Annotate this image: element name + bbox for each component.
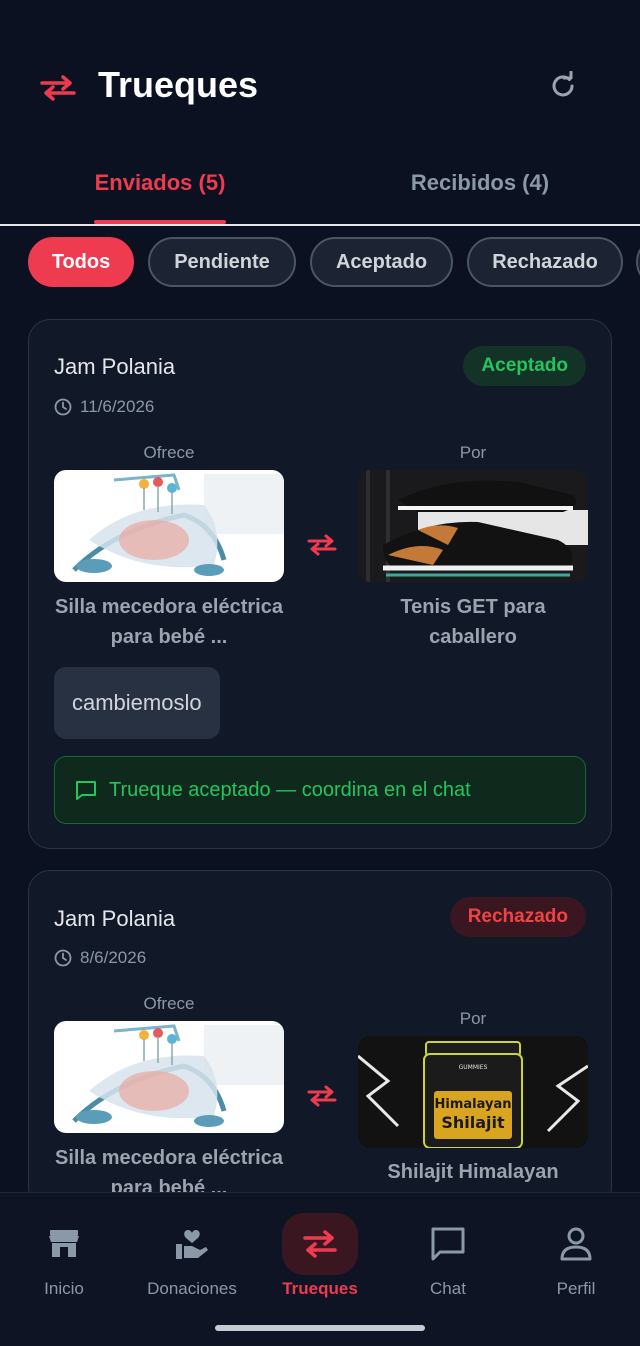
for-item-name: Tenis GET para caballero: [400, 596, 546, 648]
trade-date-text: 11/6/2026: [80, 397, 155, 416]
nav-donaciones[interactable]: Donaciones: [128, 1213, 256, 1299]
jar-sub-label: GUMMIES: [459, 1064, 488, 1071]
accepted-notice[interactable]: Trueque aceptado — coordina en el chat: [54, 756, 586, 824]
sneakers-illustration: [358, 470, 588, 582]
for-item-image: GUMMIES Himalayan Shilajit: [358, 1036, 588, 1148]
shilajit-jar-illustration: GUMMIES Himalayan Shilajit: [358, 1036, 588, 1148]
nav-chat[interactable]: Chat: [384, 1213, 512, 1299]
tab-enviados[interactable]: Enviados (5): [0, 150, 320, 224]
active-tab-indicator: [94, 220, 226, 224]
filter-pendiente[interactable]: Pendiente: [148, 237, 296, 287]
trade-user-name: Jam Polania: [54, 354, 176, 379]
status-filters: Todos Pendiente Aceptado Rechazado: [0, 236, 640, 290]
trade-date: 11/6/2026: [54, 397, 154, 417]
donation-hand-icon: [176, 1230, 208, 1259]
store-icon: [49, 1230, 79, 1257]
nav-trueques[interactable]: Trueques: [256, 1213, 384, 1299]
nav-inicio[interactable]: Inicio: [0, 1213, 128, 1299]
chat-bubble-icon: [76, 781, 96, 800]
offer-item-image: [54, 470, 284, 582]
tab-recibidos[interactable]: Recibidos (4): [320, 150, 640, 224]
filter-rechazado[interactable]: Rechazado: [467, 237, 623, 287]
status-badge: Aceptado: [463, 346, 586, 386]
status-badge: Rechazado: [449, 897, 586, 937]
nav-label: Donaciones: [147, 1279, 237, 1298]
for-item-image: [358, 470, 588, 582]
accepted-notice-text: Trueque aceptado — coordina en el chat: [109, 778, 471, 801]
nav-label: Inicio: [44, 1279, 84, 1298]
nav-label: Perfil: [556, 1279, 596, 1298]
person-icon: [560, 1227, 592, 1261]
for-item-name: Shilajit Himalayan: [387, 1161, 559, 1183]
trade-card[interactable]: Jam Polania Rechazado 8/6/2026 Ofrece Po…: [28, 870, 612, 1210]
filter-todos[interactable]: Todos: [28, 237, 134, 287]
for-label: Por: [459, 1009, 487, 1028]
trade-user-name: Jam Polania: [54, 906, 176, 931]
filter-more[interactable]: [636, 237, 640, 287]
app-header: Trueques: [0, 0, 640, 150]
bottom-navigation: Inicio Donaciones Trueques Chat Perfil: [0, 1192, 640, 1346]
swap-arrows-icon: [40, 75, 76, 101]
clock-icon: [54, 398, 72, 416]
nav-label: Trueques: [282, 1279, 358, 1298]
offer-label: Ofrece: [143, 443, 195, 462]
jar-line2: Shilajit: [441, 1113, 505, 1132]
trade-card[interactable]: Jam Polania Aceptado 11/6/2026 Ofrece Po…: [28, 319, 612, 849]
baby-bouncer-illustration: [72, 1024, 284, 1127]
for-label: Por: [459, 443, 487, 462]
offer-label: Ofrece: [143, 994, 195, 1013]
page-title: Trueques: [98, 64, 259, 105]
chat-bubble-icon: [431, 1227, 465, 1261]
baby-bouncer-illustration: [72, 473, 284, 576]
refresh-icon[interactable]: [548, 71, 578, 101]
offer-item-image: [54, 1021, 284, 1133]
trade-date: 8/6/2026: [54, 948, 146, 968]
filter-aceptado[interactable]: Aceptado: [310, 237, 453, 287]
nav-perfil[interactable]: Perfil: [512, 1213, 640, 1299]
clock-icon: [54, 949, 72, 967]
swap-arrows-icon: [307, 534, 337, 556]
offer-item-name: Silla mecedora eléctrica para bebé ...: [55, 596, 283, 648]
tab-bar: Enviados (5) Recibidos (4): [0, 150, 640, 226]
nav-label: Chat: [430, 1279, 466, 1298]
swap-arrows-icon: [307, 1085, 337, 1107]
jar-line1: Himalayan: [435, 1097, 512, 1112]
swap-arrows-icon: [303, 1230, 337, 1258]
trade-message: cambiemoslo: [54, 667, 220, 739]
trade-date-text: 8/6/2026: [80, 948, 147, 967]
home-indicator[interactable]: [215, 1325, 425, 1331]
